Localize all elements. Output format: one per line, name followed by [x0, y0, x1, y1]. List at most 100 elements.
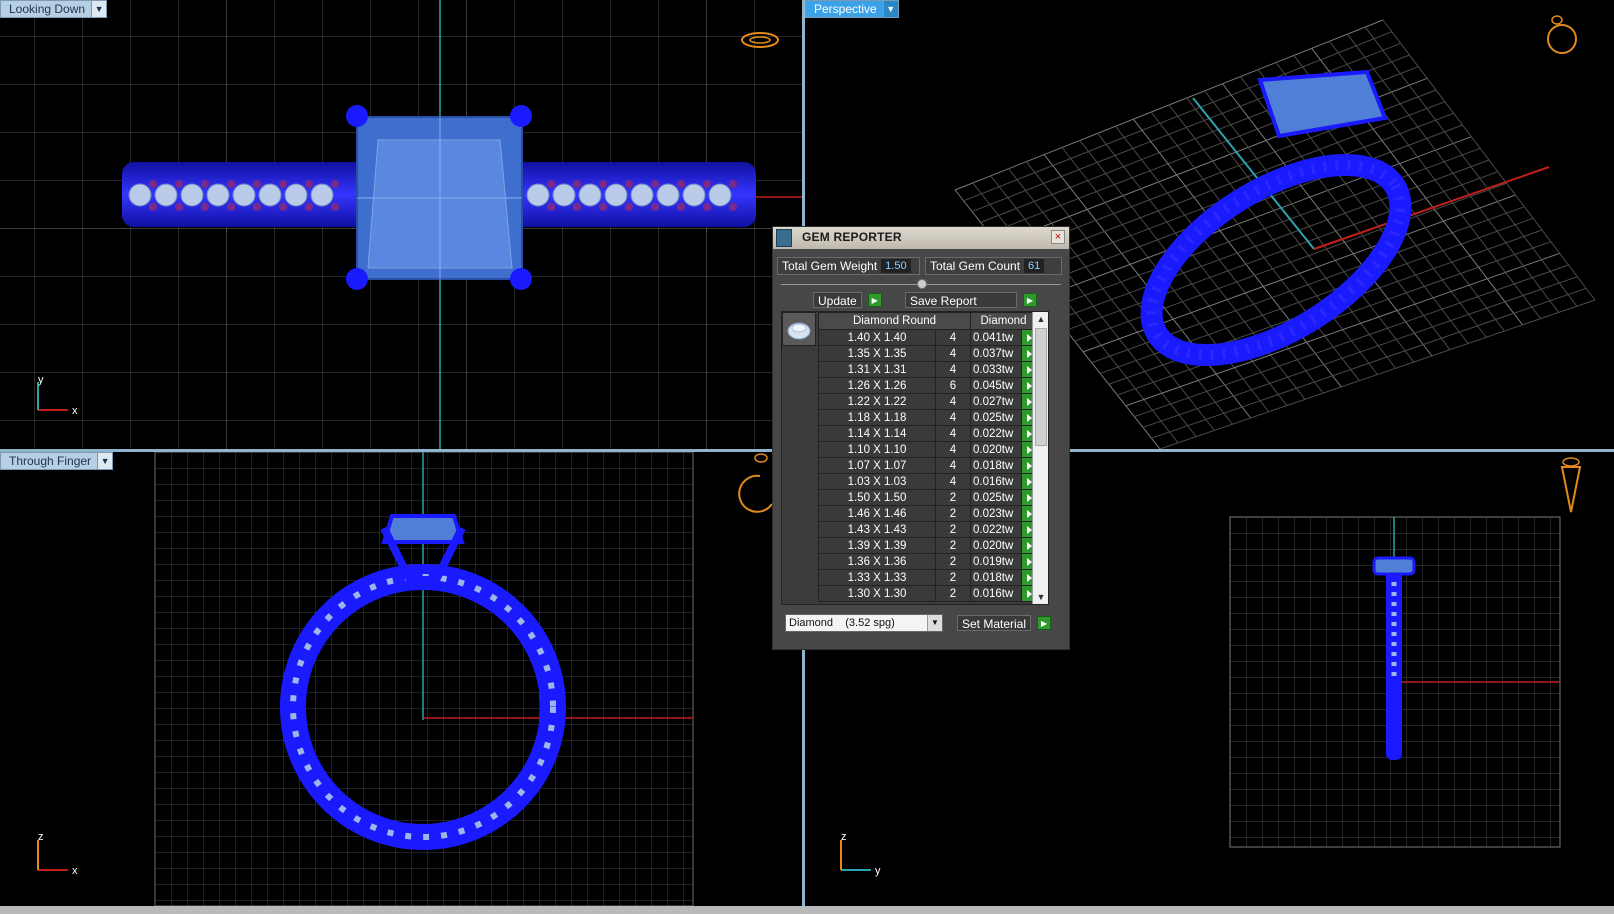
- table-row[interactable]: 1.31 X 1.31 4 0.033tw: [818, 361, 1037, 378]
- gem-size-cell: 1.43 X 1.43: [818, 521, 936, 538]
- prong: [346, 268, 368, 290]
- gem-size-cell: 1.30 X 1.30: [818, 585, 936, 602]
- gem-weight-cell: 0.018tw: [970, 569, 1022, 586]
- viewport-through-finger[interactable]: x z Through Finger ▼: [0, 452, 802, 906]
- table-row[interactable]: 1.46 X 1.46 2 0.023tw: [818, 505, 1037, 522]
- axis-gizmo: y z: [840, 831, 881, 877]
- gem-reporter-app-icon: [776, 229, 792, 247]
- column-header-material: Diamond: [970, 312, 1037, 330]
- gem-weight-cell: 0.016tw: [970, 473, 1022, 490]
- gem-size-cell: 1.40 X 1.40: [818, 329, 936, 346]
- chevron-down-icon[interactable]: ▼: [927, 615, 942, 631]
- close-icon: ×: [1054, 231, 1062, 243]
- column-header-shape: Diamond Round: [818, 312, 971, 330]
- total-gem-count-label: Total Gem Count: [930, 259, 1021, 273]
- prong: [346, 105, 368, 127]
- table-row[interactable]: 1.14 X 1.14 4 0.022tw: [818, 425, 1037, 442]
- total-gem-weight: Total Gem Weight 1.50: [777, 257, 920, 275]
- table-row[interactable]: 1.10 X 1.10 4 0.020tw: [818, 441, 1037, 458]
- table-row[interactable]: 1.03 X 1.03 4 0.016tw: [818, 473, 1037, 490]
- table-row[interactable]: 1.36 X 1.36 2 0.019tw: [818, 553, 1037, 570]
- gem-count-cell: 2: [935, 521, 971, 538]
- gem-size-cell: 1.39 X 1.39: [818, 537, 936, 554]
- gem-size-cell: 1.31 X 1.31: [818, 361, 936, 378]
- gem-count-cell: 2: [935, 489, 971, 506]
- gem-size-cell: 1.18 X 1.18: [818, 409, 936, 426]
- axis-y-label: y: [875, 865, 881, 877]
- gem-weight-cell: 0.041tw: [970, 329, 1022, 346]
- gem-size-cell: 1.26 X 1.26: [818, 377, 936, 394]
- viewport-label-perspective[interactable]: Perspective ▼: [805, 0, 899, 18]
- green-arrow-icon[interactable]: ▶: [1023, 293, 1037, 307]
- close-button[interactable]: ×: [1051, 230, 1065, 244]
- gem-table: Diamond Round Diamond 1.40 X 1.40 4 0.041t…: [818, 312, 1037, 602]
- viewport-label-looking-down[interactable]: Looking Down ▼: [0, 0, 108, 18]
- material-select[interactable]: Diamond (3.52 spg) ▼: [785, 614, 943, 632]
- viewport-through-finger-canvas[interactable]: x z: [0, 452, 802, 906]
- gem-weight-cell: 0.025tw: [970, 489, 1022, 506]
- dialog-titlebar[interactable]: GEM REPORTER ×: [773, 227, 1069, 249]
- table-row[interactable]: 1.07 X 1.07 4 0.018tw: [818, 457, 1037, 474]
- table-row[interactable]: 1.43 X 1.43 2 0.022tw: [818, 521, 1037, 538]
- green-arrow-icon[interactable]: ▶: [1037, 616, 1052, 630]
- gem-count-cell: 4: [935, 345, 971, 362]
- axis-y-label: y: [38, 374, 44, 386]
- chevron-down-icon[interactable]: ▼: [97, 453, 113, 469]
- gem-size-cell: 1.14 X 1.14: [818, 425, 936, 442]
- update-button[interactable]: Update ▶: [813, 291, 882, 309]
- gem-count-cell: 4: [935, 473, 971, 490]
- gem-count-cell: 4: [935, 361, 971, 378]
- viewport-label-through-finger[interactable]: Through Finger ▼: [0, 452, 114, 470]
- table-row[interactable]: 1.40 X 1.40 4 0.041tw: [818, 329, 1037, 346]
- gem-list[interactable]: Diamond Round Diamond 1.40 X 1.40 4 0.041t…: [781, 311, 1049, 605]
- chevron-down-icon[interactable]: ▼: [91, 1, 107, 17]
- save-report-button-label: Save Report: [905, 292, 1017, 308]
- set-material-button[interactable]: Set Material ▶: [957, 614, 1052, 632]
- table-row[interactable]: 1.26 X 1.26 6 0.045tw: [818, 377, 1037, 394]
- scrollbar[interactable]: ▲ ▼: [1032, 312, 1048, 604]
- total-gem-weight-label: Total Gem Weight: [782, 259, 878, 273]
- viewport-looking-down[interactable]: x y Looking Down ▼: [0, 0, 802, 449]
- gem-weight-cell: 0.045tw: [970, 377, 1022, 394]
- diamond-gem-icon[interactable]: [782, 312, 816, 346]
- gem-count-cell: 2: [935, 553, 971, 570]
- table-row[interactable]: 1.18 X 1.18 4 0.025tw: [818, 409, 1037, 426]
- green-arrow-icon[interactable]: ▶: [867, 293, 882, 307]
- gem-size-cell: 1.46 X 1.46: [818, 505, 936, 522]
- viewport-looking-down-canvas[interactable]: x y: [0, 0, 802, 449]
- axis-x-label: x: [72, 405, 78, 417]
- gem-weight-cell: 0.020tw: [970, 441, 1022, 458]
- gem-size-cell: 1.07 X 1.07: [818, 457, 936, 474]
- set-material-label: Set Material: [957, 615, 1032, 631]
- table-row[interactable]: 1.50 X 1.50 2 0.025tw: [818, 489, 1037, 506]
- collapse-handle[interactable]: [917, 279, 927, 289]
- gem-reporter-dialog[interactable]: GEM REPORTER × Total Gem Weight 1.50 Tot…: [772, 226, 1070, 650]
- gem-count-cell: 4: [935, 425, 971, 442]
- gem-size-cell: 1.36 X 1.36: [818, 553, 936, 570]
- ring-orientation-icon[interactable]: [738, 453, 773, 513]
- ring-orientation-icon[interactable]: [1547, 15, 1577, 54]
- gem-weight-cell: 0.019tw: [970, 553, 1022, 570]
- gem-weight-cell: 0.025tw: [970, 409, 1022, 426]
- center-stone-front: [381, 514, 465, 544]
- gem-size-cell: 1.03 X 1.03: [818, 473, 936, 490]
- chevron-down-icon[interactable]: ▼: [882, 1, 898, 17]
- save-report-button[interactable]: Save Report ▶: [905, 291, 1037, 309]
- gem-weight-cell: 0.037tw: [970, 345, 1022, 362]
- ring-orientation-icon[interactable]: [1560, 457, 1582, 513]
- total-gem-count-value: 61: [1024, 259, 1045, 273]
- scrollbar-thumb[interactable]: [1035, 328, 1047, 446]
- prong: [510, 105, 532, 127]
- table-row[interactable]: 1.39 X 1.39 2 0.020tw: [818, 537, 1037, 554]
- table-row[interactable]: 1.35 X 1.35 4 0.037tw: [818, 345, 1037, 362]
- total-gem-weight-value: 1.50: [881, 259, 911, 273]
- table-row[interactable]: 1.33 X 1.33 2 0.018tw: [818, 569, 1037, 586]
- scroll-up-arrow-icon[interactable]: ▲: [1033, 312, 1048, 326]
- table-row[interactable]: 1.30 X 1.30 2 0.016tw: [818, 585, 1037, 602]
- gem-size-cell: 1.10 X 1.10: [818, 441, 936, 458]
- viewport-label-text: Looking Down: [9, 2, 86, 16]
- table-row[interactable]: 1.22 X 1.22 4 0.027tw: [818, 393, 1037, 410]
- gem-count-cell: 4: [935, 329, 971, 346]
- scroll-down-arrow-icon[interactable]: ▼: [1033, 590, 1048, 604]
- gem-weight-cell: 0.033tw: [970, 361, 1022, 378]
